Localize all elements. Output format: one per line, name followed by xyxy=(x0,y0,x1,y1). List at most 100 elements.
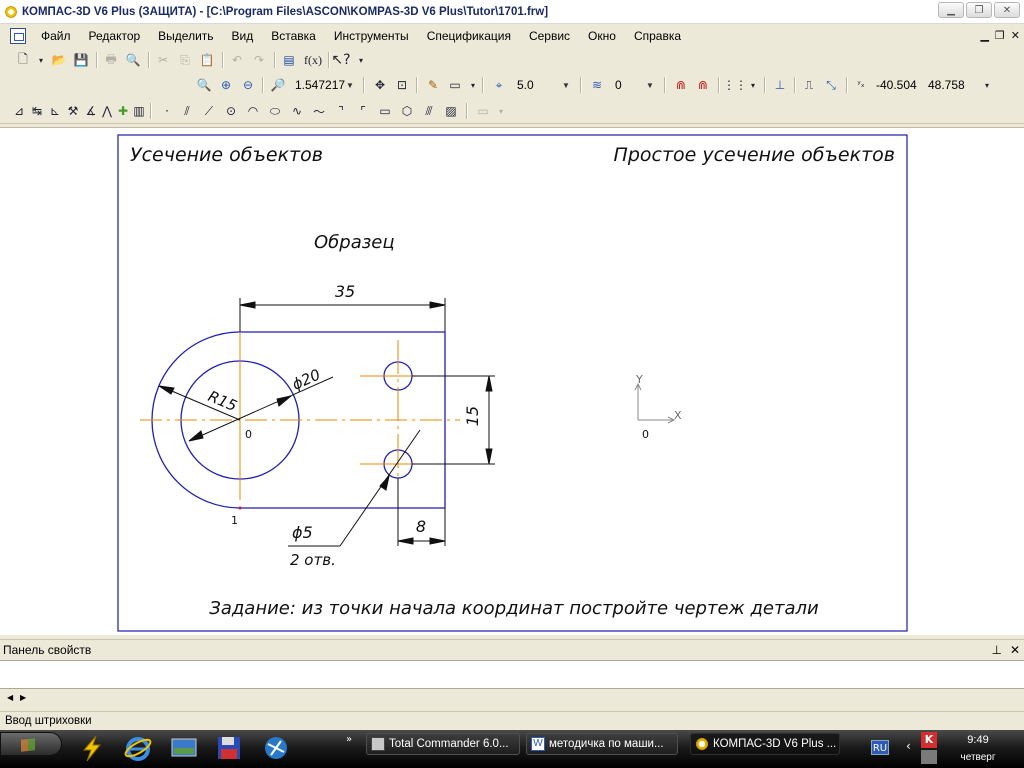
zoom-in-icon[interactable]: ⊕ xyxy=(217,76,235,94)
new-file-icon[interactable]: 🗋 xyxy=(14,51,32,69)
print-preview-icon[interactable]: 🔍 xyxy=(124,51,142,69)
spline-icon[interactable]: 〜 xyxy=(310,102,328,120)
doc-close-icon[interactable]: ✕ xyxy=(1011,29,1020,42)
fillet-icon[interactable]: ⌜ xyxy=(354,102,372,120)
nurbs-icon[interactable]: ∿ xyxy=(288,102,306,120)
redo-icon[interactable]: ↷ xyxy=(250,51,268,69)
zoom-out-icon[interactable]: ⊖ xyxy=(239,76,257,94)
menu-tools[interactable]: Инструменты xyxy=(325,25,418,47)
zoom-window-icon[interactable]: 🔍 xyxy=(195,76,213,94)
menu-specification[interactable]: Спецификация xyxy=(418,25,520,47)
step-dropdown-icon[interactable]: ▼ xyxy=(559,77,573,94)
zoom-dropdown-icon[interactable]: ▼ xyxy=(343,77,357,94)
layer-dropdown-icon[interactable]: ▼ xyxy=(643,77,657,94)
macro-dropdown-icon[interactable]: ▾ xyxy=(492,102,510,120)
rectangle-icon[interactable]: ▭ xyxy=(376,102,394,120)
zoom-scale-field[interactable]: 1.547217 ▼ xyxy=(290,76,358,95)
open-folder-icon[interactable]: 📂 xyxy=(50,51,68,69)
floppy-quicklaunch[interactable] xyxy=(213,732,245,764)
equidistant-icon[interactable]: ⫻ xyxy=(420,102,438,120)
copy-icon[interactable]: ⎘ xyxy=(176,51,194,69)
menu-file[interactable]: Файл xyxy=(32,25,80,47)
total-commander-quicklaunch[interactable] xyxy=(76,732,108,764)
maximize-button[interactable]: ❐ xyxy=(966,2,992,18)
help-dropdown-icon[interactable]: ▾ xyxy=(352,51,370,69)
close-button[interactable]: ✕ xyxy=(994,2,1020,18)
pin-icon[interactable]: ⊥ xyxy=(991,640,1001,660)
scroll-right-icon[interactable]: ▶ xyxy=(20,693,26,702)
cut-icon[interactable]: ✂ xyxy=(154,51,172,69)
task-kompas[interactable]: КОМПАС-3D V6 Plus ... xyxy=(690,733,840,755)
geometry-icon[interactable]: ⊿ xyxy=(10,102,28,120)
menu-editor[interactable]: Редактор xyxy=(80,25,150,47)
tray-clock[interactable]: 9:49 четверг xyxy=(940,734,1016,763)
hatch-icon[interactable]: ▨ xyxy=(442,102,460,120)
display-icon[interactable]: ▭ xyxy=(446,76,464,94)
help-pointer-icon[interactable]: ↖? xyxy=(331,51,350,69)
point-icon[interactable]: ⋅ xyxy=(158,102,176,120)
auxiliary-line-icon[interactable]: ⫽ xyxy=(178,102,196,120)
internet-explorer-quicklaunch[interactable] xyxy=(122,732,154,764)
zoom-scale-icon[interactable]: 🔎 xyxy=(269,76,287,94)
language-indicator[interactable]: RU xyxy=(871,740,889,755)
task-word-document[interactable]: W методичка по маши... xyxy=(526,733,678,755)
tray-expand-icon[interactable]: ‹ xyxy=(906,739,911,753)
polygon-icon[interactable]: ⬡ xyxy=(398,102,416,120)
drawing-canvas[interactable]: Усечение объектов Простое усечение объек… xyxy=(0,127,1024,635)
pan-icon[interactable]: ✥ xyxy=(371,76,389,94)
circle-icon[interactable]: ⊙ xyxy=(222,102,240,120)
minimize-button[interactable]: ▁ xyxy=(938,2,964,18)
menu-window[interactable]: Окно xyxy=(579,25,625,47)
layers-icon[interactable]: ≋ xyxy=(588,76,606,94)
arc-icon[interactable]: ◠ xyxy=(244,102,262,120)
new-dropdown-icon[interactable]: ▾ xyxy=(32,51,50,69)
editing-icon[interactable]: ⚒ xyxy=(64,102,82,120)
chamfer-icon[interactable]: ⌝ xyxy=(332,102,350,120)
local-snap-icon[interactable]: ⋒ xyxy=(694,76,712,94)
grid-icon[interactable]: ⋮⋮ xyxy=(723,76,747,94)
menu-insert[interactable]: Вставка xyxy=(262,25,325,47)
properties-icon[interactable]: ✎ xyxy=(424,76,442,94)
properties-panel-body[interactable] xyxy=(0,660,1024,689)
doc-minimize-icon[interactable]: ▁ xyxy=(980,29,988,42)
ellipse-icon[interactable]: ⬭ xyxy=(266,102,284,120)
undo-icon[interactable]: ↶ xyxy=(228,51,246,69)
menu-help[interactable]: Справка xyxy=(625,25,690,47)
menu-select[interactable]: Выделить xyxy=(149,25,222,47)
spec-icon[interactable]: ▥ xyxy=(130,102,148,120)
desktop-quicklaunch[interactable] xyxy=(168,732,200,764)
current-step-icon[interactable]: ⌖ xyxy=(490,76,508,94)
show-all-icon[interactable]: ⊡ xyxy=(393,76,411,94)
antivirus-tray-icon[interactable]: K xyxy=(921,732,937,748)
coords-dropdown-icon[interactable]: ▾ xyxy=(978,76,996,94)
symbols-icon[interactable]: ⊾ xyxy=(46,102,64,120)
network-tray-icon[interactable] xyxy=(921,750,937,764)
quicklaunch-more-icon[interactable]: » xyxy=(346,734,352,745)
grid-dropdown-icon[interactable]: ▾ xyxy=(744,76,762,94)
ortho-mode-icon[interactable]: ⎍ xyxy=(800,76,818,94)
snap-magnet-icon[interactable]: ⋒ xyxy=(672,76,690,94)
browser-quicklaunch[interactable] xyxy=(260,732,292,764)
display-dropdown-icon[interactable]: ▾ xyxy=(464,76,482,94)
document-icon[interactable] xyxy=(10,28,26,44)
step-field[interactable]: 5.0 ▼ xyxy=(512,76,574,95)
save-icon[interactable]: 💾 xyxy=(72,51,90,69)
function-button[interactable]: f(x) xyxy=(302,51,324,69)
start-button[interactable] xyxy=(0,732,62,756)
task-total-commander[interactable]: Total Commander 6.0... xyxy=(366,733,520,755)
doc-restore-icon[interactable]: ❐ xyxy=(995,29,1005,42)
segment-icon[interactable]: ⟋ xyxy=(200,102,218,120)
scroll-left-icon[interactable]: ◀ xyxy=(7,693,13,702)
panel-close-icon[interactable]: ✕ xyxy=(1010,640,1020,660)
menu-view[interactable]: Вид xyxy=(223,25,263,47)
layer-field[interactable]: 0 ▼ xyxy=(610,76,658,95)
snap-settings-icon[interactable]: ⤡ xyxy=(822,76,840,94)
local-cs-icon[interactable]: ⊥ xyxy=(771,76,789,94)
dimensions-icon[interactable]: ↹ xyxy=(28,102,46,120)
variables-icon[interactable]: ▤ xyxy=(280,51,298,69)
menu-service[interactable]: Сервис xyxy=(520,25,579,47)
drawing-svg[interactable]: Усечение объектов Простое усечение объек… xyxy=(0,128,1024,636)
paste-icon[interactable]: 📋 xyxy=(198,51,216,69)
print-icon[interactable]: 🖶 xyxy=(102,51,120,69)
macro-icon[interactable]: ▭ xyxy=(474,102,492,120)
